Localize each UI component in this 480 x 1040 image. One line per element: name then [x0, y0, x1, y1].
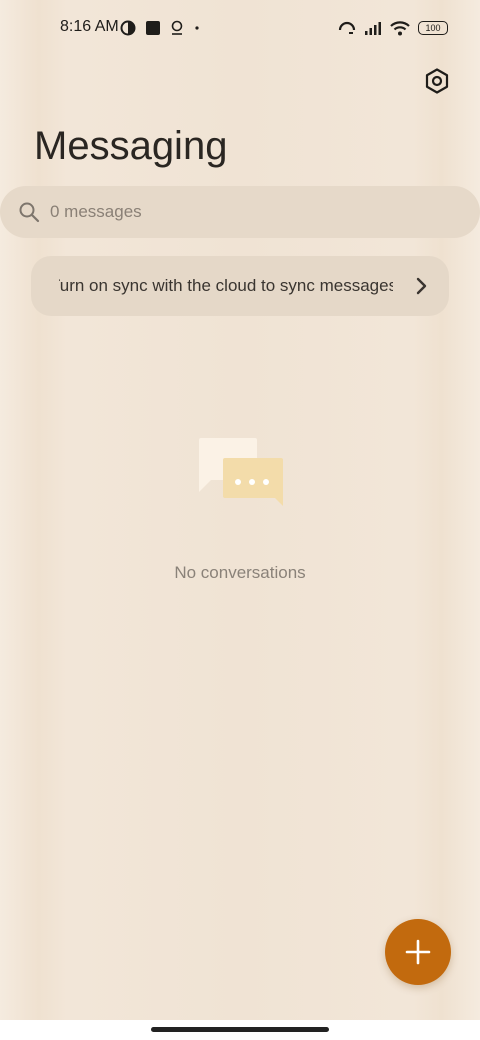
- dot-icon: [195, 26, 199, 30]
- status-bar: 8:16 AM 100: [0, 0, 480, 56]
- settings-hexagon-icon: [425, 68, 449, 94]
- empty-state-text: No conversations: [174, 563, 306, 582]
- home-gesture-handle[interactable]: [151, 1027, 329, 1032]
- square-notification-icon: [146, 21, 160, 35]
- location-pin-icon: [171, 20, 183, 35]
- battery-level: 100: [425, 23, 441, 33]
- data-saver-icon: [120, 20, 136, 36]
- sync-banner-text: Turn on sync with the cloud to sync mess…: [59, 276, 393, 295]
- page-title: Messaging: [34, 124, 228, 168]
- sync-banner[interactable]: Turn on sync with the cloud to sync mess…: [31, 256, 449, 316]
- battery-icon: 100: [418, 21, 448, 35]
- chat-bubbles-icon: [199, 438, 283, 506]
- status-time: 8:16 AM: [60, 18, 119, 35]
- settings-button[interactable]: [420, 64, 454, 98]
- hotspot-icon: [338, 21, 356, 34]
- navigation-bar: [0, 1020, 480, 1040]
- status-left-icons: [120, 18, 201, 38]
- signal-icon: [365, 22, 381, 35]
- chevron-right-icon: [416, 277, 427, 295]
- search-icon: [19, 202, 40, 223]
- status-right-icons: 100: [338, 18, 448, 38]
- wifi-icon: [390, 21, 410, 36]
- search-bar[interactable]: [0, 186, 480, 238]
- plus-icon: [405, 939, 431, 965]
- new-conversation-button[interactable]: [385, 919, 451, 985]
- search-input[interactable]: [50, 186, 450, 238]
